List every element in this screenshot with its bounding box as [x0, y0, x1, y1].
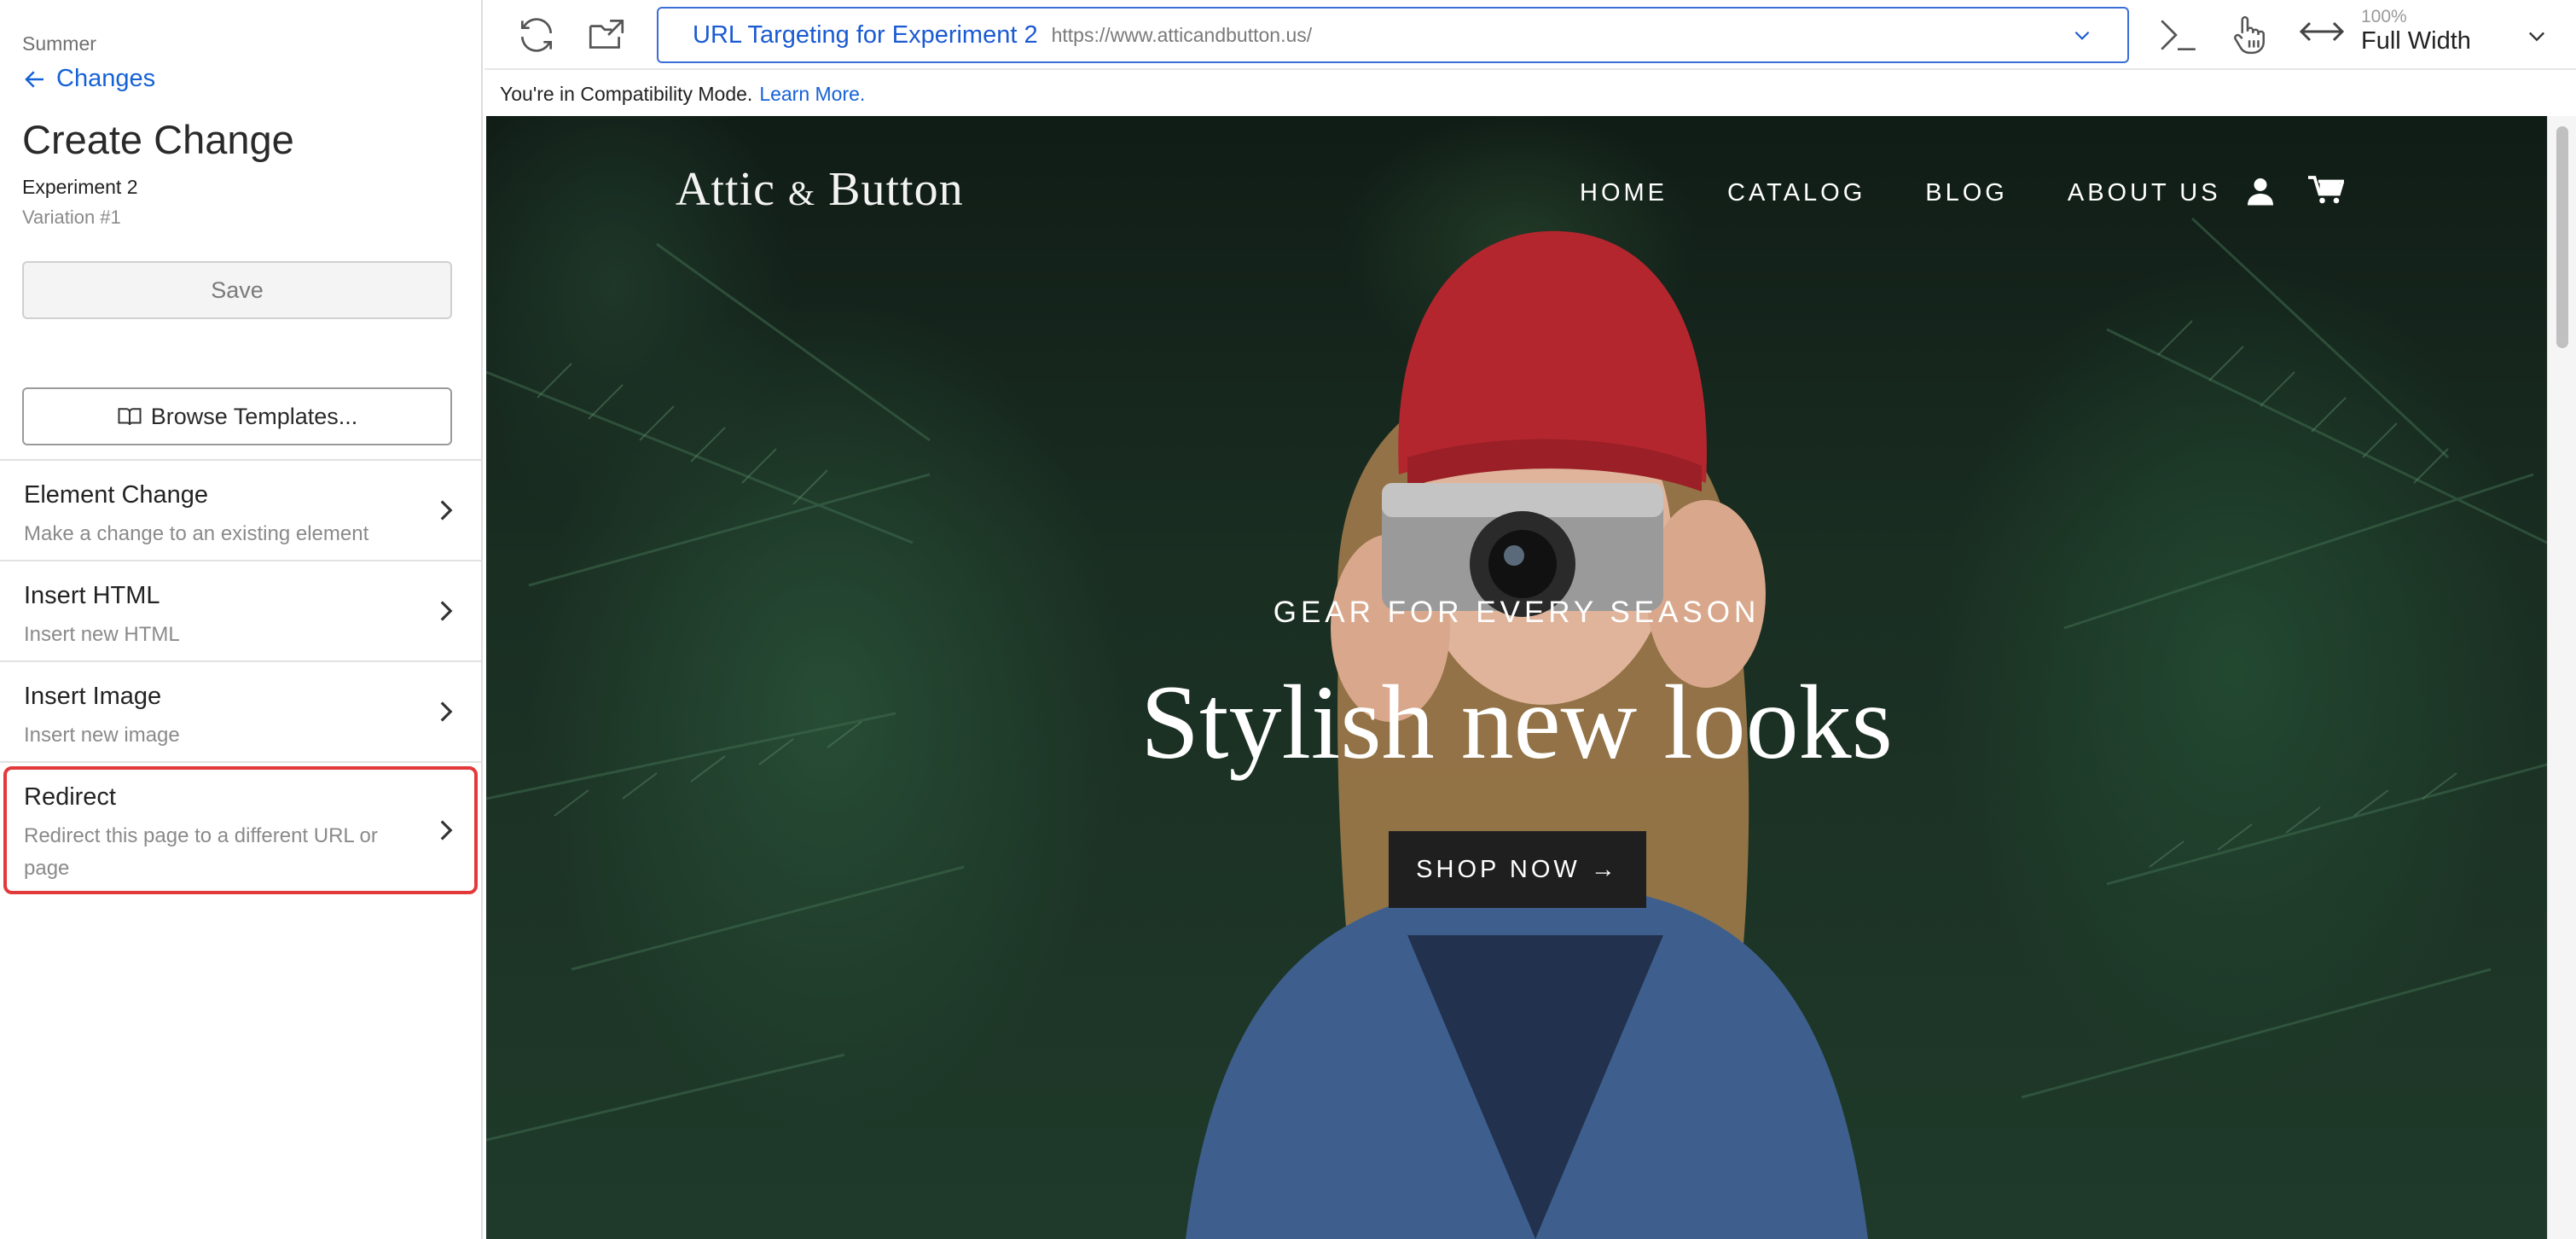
change-item-desc: Redirect this page to a different URL or…: [24, 824, 378, 880]
open-external-button[interactable]: [582, 10, 631, 60]
change-item-title: Element Change: [24, 481, 209, 509]
site-nav-catalog[interactable]: CATALOG: [1727, 179, 1865, 207]
folder-arrow-icon: [589, 19, 624, 49]
url-targeting-dropdown[interactable]: URL Targeting for Experiment 2 https://w…: [657, 7, 2129, 63]
pointer-hand-icon: [2234, 15, 2265, 55]
terminal-icon: [2161, 20, 2196, 51]
back-to-changes-link[interactable]: Changes: [22, 65, 155, 93]
change-item-insert-html[interactable]: Insert HTML Insert new HTML: [0, 561, 481, 662]
shop-now-button[interactable]: SHOP NOW →: [1389, 831, 1646, 908]
refresh-icon: [520, 18, 553, 52]
editor-toolbar: URL Targeting for Experiment 2 https://w…: [484, 0, 2576, 70]
site-logo-ampersand: &: [787, 174, 816, 212]
url-value: https://www.atticandbutton.us/: [1051, 23, 1313, 46]
compatibility-message: You're in Compatibility Mode.: [500, 82, 753, 105]
chevron-down-icon: [2074, 31, 2090, 40]
preview-scrollbar[interactable]: [2547, 116, 2576, 1239]
back-link-label: Changes: [56, 65, 156, 92]
scrollbar-thumb[interactable]: [2556, 126, 2568, 348]
learn-more-link[interactable]: Learn More.: [759, 83, 865, 106]
change-item-title: Redirect: [24, 783, 116, 811]
site-logo[interactable]: Attic & Button: [676, 162, 964, 217]
viewport-width-selector[interactable]: 100% Full Width: [2300, 7, 2471, 55]
horizontal-resize-icon: [2300, 21, 2344, 41]
save-button[interactable]: Save: [22, 261, 452, 319]
arrow-left-icon: [25, 70, 44, 88]
change-item-element-change[interactable]: Element Change Make a change to an exist…: [0, 461, 481, 561]
viewport-text: 100% Full Width: [2361, 7, 2471, 55]
user-icon[interactable]: [2245, 176, 2276, 206]
change-item-title: Insert HTML: [24, 582, 160, 609]
breadcrumb: Summer: [22, 32, 96, 55]
refresh-button[interactable]: [512, 10, 561, 60]
variation-name: Variation #1: [22, 206, 121, 228]
app-root: Summer Changes Create Change Experiment …: [0, 0, 2576, 1239]
site-nav: HOME CATALOG BLOG ABOUT US: [1580, 179, 2221, 207]
viewport-label: Full Width: [2361, 27, 2471, 55]
chevron-right-icon: [440, 601, 453, 621]
hero-headline: Stylish new looks: [1140, 664, 1893, 781]
url-targeting-label: URL Targeting for Experiment 2: [693, 20, 1038, 49]
change-item-desc: Insert new image: [24, 724, 180, 747]
site-logo-text-end: Button: [815, 163, 964, 216]
change-item-title: Insert Image: [24, 683, 162, 710]
interactive-mode-button[interactable]: [2223, 10, 2272, 60]
book-icon: [118, 408, 142, 426]
change-item-redirect[interactable]: Redirect Redirect this page to a differe…: [0, 763, 481, 898]
chevron-right-icon: [440, 500, 453, 521]
page-title: Create Change: [22, 117, 294, 162]
browse-templates-button[interactable]: Browse Templates...: [22, 387, 452, 445]
experiment-name: Experiment 2: [22, 176, 138, 198]
site-nav-about[interactable]: ABOUT US: [2068, 179, 2221, 207]
chevron-right-icon: [440, 701, 453, 722]
hero-kicker: GEAR FOR EVERY SEASON: [1273, 596, 1761, 629]
site-nav-home[interactable]: HOME: [1580, 179, 1668, 207]
code-editor-button[interactable]: [2153, 10, 2202, 60]
cart-icon[interactable]: [2308, 174, 2344, 206]
chevron-right-icon: [440, 820, 453, 841]
change-item-desc: Make a change to an existing element: [24, 522, 369, 545]
change-item-insert-image[interactable]: Insert Image Insert new image: [0, 662, 481, 763]
compatibility-notice: You're in Compatibility Mode. Learn More…: [484, 72, 2576, 116]
zoom-percent: 100%: [2361, 7, 2407, 26]
site-logo-text: Attic: [676, 163, 788, 216]
chevron-down-icon[interactable]: [2525, 24, 2549, 48]
change-item-desc: Insert new HTML: [24, 623, 180, 646]
page-preview[interactable]: Attic & Button HOME CATALOG BLOG ABOUT U…: [486, 116, 2547, 1239]
sidebar: Summer Changes Create Change Experiment …: [0, 0, 483, 1239]
browse-templates-label: Browse Templates...: [150, 403, 358, 429]
change-type-list: Element Change Make a change to an exist…: [0, 459, 481, 898]
site-nav-blog[interactable]: BLOG: [1925, 179, 2008, 207]
